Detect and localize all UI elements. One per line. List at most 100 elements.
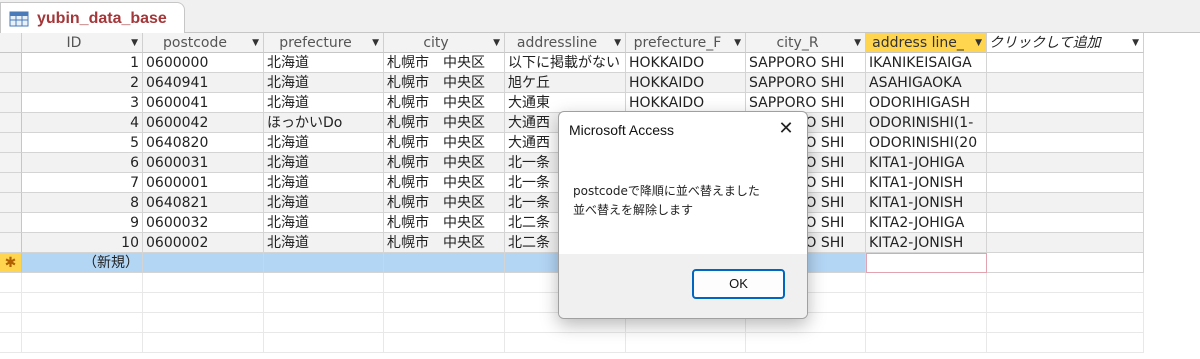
add-column-cell[interactable] bbox=[987, 233, 1144, 253]
add-column-cell[interactable] bbox=[987, 193, 1144, 213]
cell-prefecture-r[interactable]: HOKKAIDO bbox=[626, 53, 746, 73]
cell-address-line-r[interactable]: ODORINISHI(20 bbox=[866, 133, 987, 153]
add-column-cell[interactable] bbox=[987, 73, 1144, 93]
column-header-city[interactable]: city ▼ bbox=[384, 33, 505, 53]
cell-postcode[interactable]: 0600002 bbox=[143, 233, 264, 253]
close-icon[interactable]: ✕ bbox=[775, 118, 797, 140]
cell-postcode[interactable]: 0600001 bbox=[143, 173, 264, 193]
add-column-cell[interactable] bbox=[987, 93, 1144, 113]
table-row[interactable]: 1 0600000 北海道 札幌市 中央区 以下に掲載がない HOKKAIDO SAPPOR… bbox=[0, 53, 1200, 73]
cell-city[interactable]: 札幌市 中央区 bbox=[384, 53, 505, 73]
cell-id[interactable]: 5 bbox=[22, 133, 143, 153]
cell-city[interactable]: 札幌市 中央区 bbox=[384, 193, 505, 213]
column-header-postcode[interactable]: postcode ▼ bbox=[143, 33, 264, 53]
cell-address-line-r[interactable]: KITA1-JOHIGA bbox=[866, 153, 987, 173]
row-selector[interactable] bbox=[0, 153, 22, 173]
dropdown-arrow-icon[interactable]: ▼ bbox=[975, 33, 982, 52]
add-column-cell[interactable] bbox=[987, 113, 1144, 133]
cell-addressline[interactable]: 旭ケ丘 bbox=[505, 73, 626, 93]
dropdown-arrow-icon[interactable]: ▼ bbox=[734, 33, 741, 52]
dropdown-arrow-icon[interactable]: ▼ bbox=[131, 33, 138, 52]
row-selector[interactable] bbox=[0, 233, 22, 253]
cell-addressline[interactable]: 大通東 bbox=[505, 93, 626, 113]
table-row[interactable]: 3 0600041 北海道 札幌市 中央区 大通東 HOKKAIDO SAPPORO SHI… bbox=[0, 93, 1200, 113]
cell-prefecture[interactable]: 北海道 bbox=[264, 93, 384, 113]
cell-prefecture[interactable]: 北海道 bbox=[264, 73, 384, 93]
cell-id[interactable]: 4 bbox=[22, 113, 143, 133]
cell-id[interactable]: 1 bbox=[22, 53, 143, 73]
add-column-cell[interactable] bbox=[987, 173, 1144, 193]
row-selector[interactable] bbox=[0, 133, 22, 153]
cell-city-r[interactable]: SAPPORO SHI bbox=[746, 93, 866, 113]
cell-prefecture[interactable]: ほっかいDo bbox=[264, 113, 384, 133]
cell-prefecture[interactable]: 北海道 bbox=[264, 193, 384, 213]
row-selector[interactable] bbox=[0, 213, 22, 233]
new-record-label[interactable]: （新規） bbox=[22, 253, 143, 273]
cell-id[interactable]: 10 bbox=[22, 233, 143, 253]
add-column-cell[interactable] bbox=[987, 53, 1144, 73]
row-selector[interactable] bbox=[0, 193, 22, 213]
cell-city[interactable]: 札幌市 中央区 bbox=[384, 173, 505, 193]
cell-prefecture-r[interactable]: HOKKAIDO bbox=[626, 73, 746, 93]
row-selector[interactable] bbox=[0, 93, 22, 113]
cell-city[interactable]: 札幌市 中央区 bbox=[384, 233, 505, 253]
table-row[interactable]: 2 0640941 北海道 札幌市 中央区 旭ケ丘 HOKKAIDO SAPPORO SHI… bbox=[0, 73, 1200, 93]
cell-address-line-r[interactable]: KITA2-JOHIGA bbox=[866, 213, 987, 233]
cell-id[interactable]: 9 bbox=[22, 213, 143, 233]
column-header-address-line-r[interactable]: address line_ ▼ bbox=[866, 33, 987, 53]
cell-address-line-r[interactable]: KITA1-JONISH bbox=[866, 173, 987, 193]
dropdown-arrow-icon[interactable]: ▼ bbox=[1132, 33, 1139, 52]
cell-city[interactable]: 札幌市 中央区 bbox=[384, 113, 505, 133]
add-column-cell[interactable] bbox=[987, 133, 1144, 153]
cell-prefecture[interactable]: 北海道 bbox=[264, 133, 384, 153]
cell-city[interactable]: 札幌市 中央区 bbox=[384, 93, 505, 113]
column-header-city-r[interactable]: city_R ▼ bbox=[746, 33, 866, 53]
dropdown-arrow-icon[interactable]: ▼ bbox=[252, 33, 259, 52]
cell-postcode[interactable]: 0640941 bbox=[143, 73, 264, 93]
column-header-id[interactable]: ID ▼ bbox=[22, 33, 143, 53]
dropdown-arrow-icon[interactable]: ▼ bbox=[493, 33, 500, 52]
cell-prefecture[interactable]: 北海道 bbox=[264, 153, 384, 173]
cell-postcode[interactable]: 0600042 bbox=[143, 113, 264, 133]
row-selector[interactable] bbox=[0, 53, 22, 73]
cell-city[interactable]: 札幌市 中央区 bbox=[384, 133, 505, 153]
cell-city-r[interactable]: SAPPORO SHI bbox=[746, 53, 866, 73]
cell-postcode[interactable]: 0600032 bbox=[143, 213, 264, 233]
cell-postcode[interactable]: 0600000 bbox=[143, 53, 264, 73]
select-all-corner[interactable] bbox=[0, 33, 22, 53]
cell-address-line-r[interactable]: ASAHIGAOKA bbox=[866, 73, 987, 93]
cell-postcode[interactable]: 0640820 bbox=[143, 133, 264, 153]
new-record-icon[interactable]: ✱ bbox=[0, 253, 22, 273]
cell-city[interactable]: 札幌市 中央区 bbox=[384, 153, 505, 173]
add-column-cell[interactable] bbox=[987, 153, 1144, 173]
new-record-cell[interactable] bbox=[264, 253, 384, 273]
dropdown-arrow-icon[interactable]: ▼ bbox=[614, 33, 621, 52]
cell-prefecture[interactable]: 北海道 bbox=[264, 173, 384, 193]
cell-addressline[interactable]: 以下に掲載がない bbox=[505, 53, 626, 73]
cell-prefecture[interactable]: 北海道 bbox=[264, 213, 384, 233]
tab-yubin-data-base[interactable]: yubin_data_base bbox=[0, 2, 185, 34]
cell-prefecture[interactable]: 北海道 bbox=[264, 53, 384, 73]
cell-id[interactable]: 8 bbox=[22, 193, 143, 213]
dropdown-arrow-icon[interactable]: ▼ bbox=[372, 33, 379, 52]
row-selector[interactable] bbox=[0, 113, 22, 133]
column-header-addressline[interactable]: addressline ▼ bbox=[505, 33, 626, 53]
cell-prefecture-r[interactable]: HOKKAIDO bbox=[626, 93, 746, 113]
column-header-prefecture-r[interactable]: prefecture_F ▼ bbox=[626, 33, 746, 53]
cell-address-line-r[interactable]: IKANIKEISAIGA bbox=[866, 53, 987, 73]
new-record-cell[interactable] bbox=[143, 253, 264, 273]
cell-address-line-r[interactable]: ODORINISHI(1- bbox=[866, 113, 987, 133]
cell-prefecture[interactable]: 北海道 bbox=[264, 233, 384, 253]
row-selector[interactable] bbox=[0, 73, 22, 93]
add-column-header[interactable]: クリックして追加 ▼ bbox=[987, 33, 1144, 53]
cell-city[interactable]: 札幌市 中央区 bbox=[384, 73, 505, 93]
new-record-cell[interactable] bbox=[987, 253, 1144, 273]
cell-address-line-r[interactable]: KITA1-JONISH bbox=[866, 193, 987, 213]
active-cell[interactable] bbox=[866, 253, 987, 273]
add-column-cell[interactable] bbox=[987, 213, 1144, 233]
cell-city-r[interactable]: SAPPORO SHI bbox=[746, 73, 866, 93]
cell-id[interactable]: 7 bbox=[22, 173, 143, 193]
new-record-cell[interactable] bbox=[384, 253, 505, 273]
cell-address-line-r[interactable]: ODORIHIGASH bbox=[866, 93, 987, 113]
column-header-prefecture[interactable]: prefecture ▼ bbox=[264, 33, 384, 53]
